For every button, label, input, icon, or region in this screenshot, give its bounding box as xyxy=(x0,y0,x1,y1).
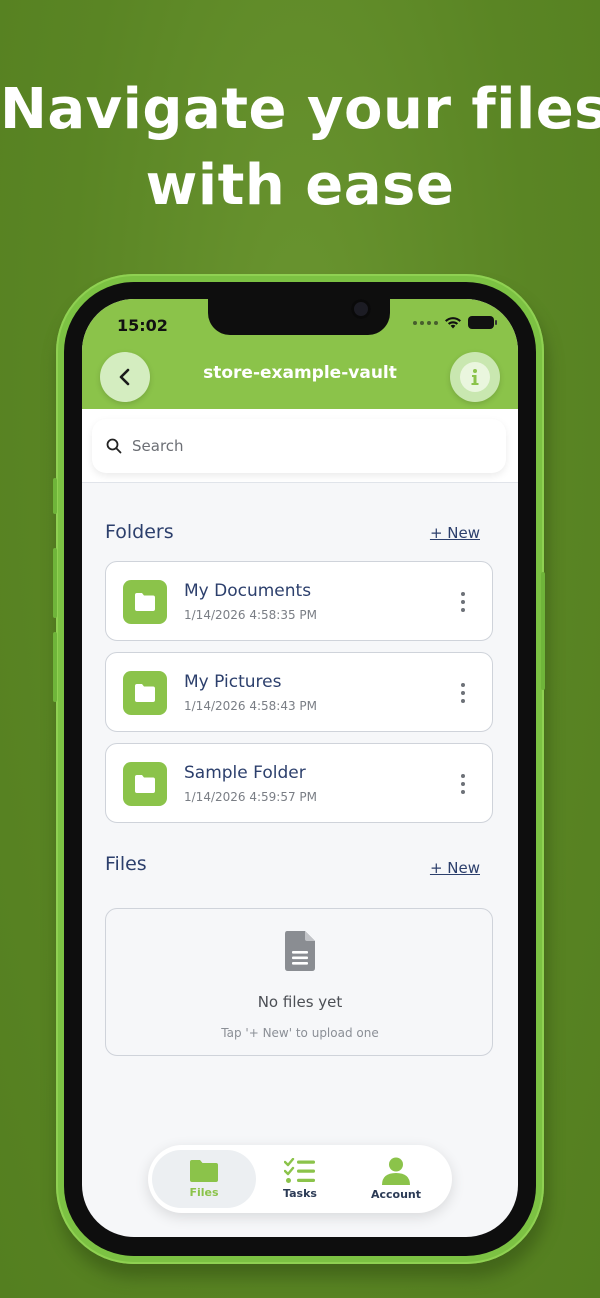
folder-name: My Documents xyxy=(184,581,312,601)
user-icon xyxy=(382,1157,410,1185)
more-options-icon[interactable] xyxy=(460,774,466,794)
folder-date: 1/14/2026 4:58:43 PM xyxy=(184,699,318,713)
folder-name: My Pictures xyxy=(184,672,282,692)
search-icon xyxy=(106,438,122,454)
phone-volume-down-button xyxy=(53,632,57,702)
tab-label: Account xyxy=(370,1188,422,1201)
phone-power-button xyxy=(541,572,545,690)
folder-card[interactable]: My Documents 1/14/2026 4:58:35 PM xyxy=(105,561,493,641)
front-camera xyxy=(351,299,371,319)
folder-name: Sample Folder xyxy=(184,763,306,783)
headline-line-1: Navigate your files xyxy=(0,77,600,142)
files-section-title: Files xyxy=(105,853,147,875)
signal-dots-icon xyxy=(413,320,438,325)
phone-side-button xyxy=(53,478,57,514)
phone-screen: 15:02 store-example-vault Search Folders… xyxy=(82,299,518,1237)
status-icons xyxy=(413,316,497,329)
status-time: 15:02 xyxy=(117,316,168,335)
folder-icon xyxy=(135,684,155,702)
more-options-icon[interactable] xyxy=(460,683,466,703)
tab-tasks[interactable]: Tasks xyxy=(248,1150,352,1208)
new-folder-link[interactable]: + New xyxy=(430,524,480,542)
info-button[interactable] xyxy=(450,352,500,402)
folders-section-title: Folders xyxy=(105,521,174,543)
new-file-link[interactable]: + New xyxy=(430,859,480,877)
folder-card[interactable]: Sample Folder 1/14/2026 4:59:57 PM xyxy=(105,743,493,823)
search-bar-container: Search xyxy=(82,409,518,483)
empty-state-subtitle: Tap '+ New' to upload one xyxy=(221,1026,379,1040)
tab-label: Files xyxy=(189,1186,219,1199)
folder-icon xyxy=(135,593,155,611)
info-icon xyxy=(471,369,479,385)
battery-icon xyxy=(468,316,497,329)
bottom-tab-bar: Files Tasks Account xyxy=(148,1145,452,1213)
tab-label: Tasks xyxy=(283,1187,317,1200)
folder-icon xyxy=(135,775,155,793)
phone-volume-up-button xyxy=(53,548,57,618)
folder-card[interactable]: My Pictures 1/14/2026 4:58:43 PM xyxy=(105,652,493,732)
headline-line-2: with ease xyxy=(145,153,455,218)
folder-date: 1/14/2026 4:59:57 PM xyxy=(184,790,318,804)
folder-icon-tile xyxy=(123,580,167,624)
folder-icon-tile xyxy=(123,671,167,715)
phone-notch xyxy=(208,299,390,335)
checklist-icon xyxy=(284,1158,315,1183)
empty-state-title: No files yet xyxy=(257,993,343,1011)
folder-date: 1/14/2026 4:58:35 PM xyxy=(184,608,318,622)
tab-account[interactable]: Account xyxy=(344,1150,448,1208)
more-options-icon[interactable] xyxy=(460,592,466,612)
files-empty-state: No files yet Tap '+ New' to upload one xyxy=(105,908,493,1056)
document-icon xyxy=(285,931,315,971)
wifi-icon xyxy=(445,317,461,329)
tab-files[interactable]: Files xyxy=(152,1150,256,1208)
folder-icon xyxy=(190,1160,218,1182)
search-input[interactable]: Search xyxy=(92,419,506,473)
search-placeholder: Search xyxy=(132,437,184,455)
folder-icon-tile xyxy=(123,762,167,806)
marketing-headline: Navigate your files with ease xyxy=(0,72,600,224)
